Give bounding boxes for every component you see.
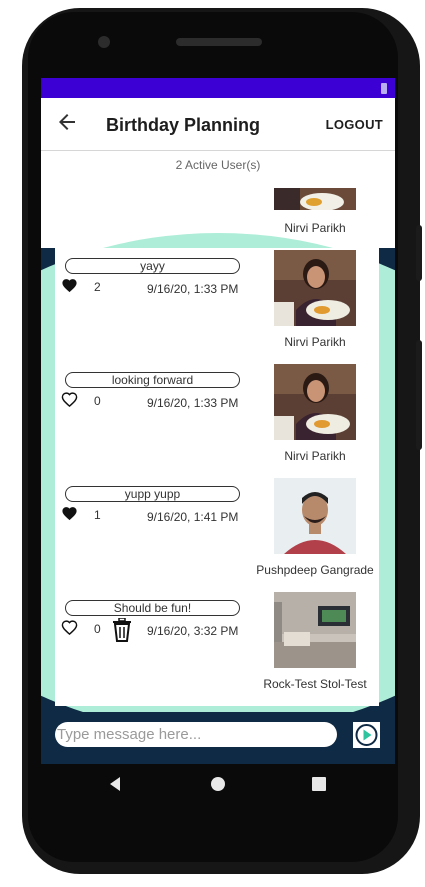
avatar [274, 478, 356, 554]
heart-outline-icon[interactable] [61, 391, 78, 407]
message-bubble: yayy [65, 258, 240, 274]
message-bubble: yupp yupp [65, 486, 240, 502]
status-bar [41, 78, 395, 98]
page-title: Birthday Planning [106, 115, 261, 135]
message-timestamp: 9/16/20, 1:33 PM [147, 396, 239, 410]
app-toolbar: Birthday Planning LOGOUT [41, 98, 395, 151]
triangle-back-icon[interactable] [103, 772, 127, 796]
like-count: 1 [94, 508, 101, 522]
message-bubble: looking forward [65, 372, 240, 388]
earpiece-speaker [176, 38, 262, 46]
power-button [416, 225, 422, 281]
trash-icon[interactable] [111, 618, 133, 642]
user-name-label: Pushpdeep Gangrade [256, 563, 374, 577]
volume-button [416, 340, 422, 450]
circle-home-icon[interactable] [206, 772, 230, 796]
battery-icon [381, 83, 387, 94]
heart-filled-icon[interactable] [61, 277, 78, 293]
user-name-label: Nirvi Parikh [284, 449, 346, 463]
message-timestamp: 9/16/20, 1:41 PM [147, 510, 239, 524]
heart-filled-icon[interactable] [61, 505, 78, 521]
logout-button[interactable]: LOGOUT [326, 117, 383, 132]
message-timestamp: 9/16/20, 1:33 PM [147, 282, 239, 296]
square-recents-icon[interactable] [307, 772, 331, 796]
message-input[interactable] [55, 722, 337, 747]
user-name-label: Nirvi Parikh [284, 221, 346, 235]
avatar [274, 250, 356, 326]
message-bubble: Should be fun! [65, 600, 240, 616]
message-timestamp: 9/16/20, 3:32 PM [147, 624, 239, 638]
avatar [274, 592, 356, 668]
front-camera [98, 36, 110, 48]
system-nav-bar [41, 764, 395, 808]
play-arrow-icon[interactable] [353, 722, 380, 748]
message-composer [41, 712, 395, 764]
active-users-count: 2 Active User(s) [175, 158, 261, 172]
heart-outline-icon[interactable] [61, 619, 78, 635]
user-name-label: Rock-Test Stol-Test [263, 677, 367, 691]
app-screen: Birthday Planning LOGOUT 2 Active User(s… [41, 78, 395, 764]
arrow-back-icon[interactable] [55, 110, 79, 134]
like-count: 2 [94, 280, 101, 294]
like-count: 0 [94, 622, 101, 636]
user-name-label: Nirvi Parikh [284, 335, 346, 349]
avatar [274, 364, 356, 440]
avatar [274, 188, 356, 210]
like-count: 0 [94, 394, 101, 408]
